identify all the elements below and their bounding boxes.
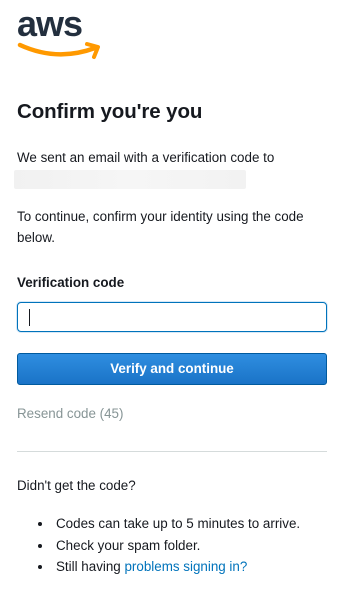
verification-code-label: Verification code	[17, 275, 125, 290]
page-title: Confirm you're you	[17, 100, 203, 123]
email-sent-message: We sent an email with a verification cod…	[17, 150, 275, 165]
page: aws Confirm you're you We sent an email …	[0, 0, 351, 591]
text-caret	[29, 309, 30, 326]
help-item-text: Codes can take up to 5 minutes to arrive…	[56, 516, 301, 531]
list-item: Codes can take up to 5 minutes to arrive…	[37, 513, 301, 535]
help-item-text: Check your spam folder.	[56, 537, 201, 553]
help-list: Codes can take up to 5 minutes to arrive…	[17, 513, 300, 578]
resend-code-link[interactable]: Resend code (45)	[17, 406, 123, 421]
divider	[17, 451, 327, 452]
help-item-prefix: Still having	[56, 559, 125, 574]
aws-logo: aws	[17, 6, 100, 59]
instruction-message: To continue, confirm your identity using…	[17, 209, 304, 245]
verification-code-input[interactable]	[17, 302, 327, 332]
verify-and-continue-button[interactable]: Verify and continue	[17, 353, 327, 385]
help-heading: Didn't get the code?	[17, 478, 136, 493]
aws-logo-wordmark: aws	[17, 6, 82, 44]
list-item: Still having problems signing in?	[37, 556, 300, 578]
masked-email-address	[14, 170, 246, 189]
list-item: Check your spam folder.	[37, 535, 300, 557]
problems-signing-in-link[interactable]: problems signing in?	[124, 559, 247, 574]
